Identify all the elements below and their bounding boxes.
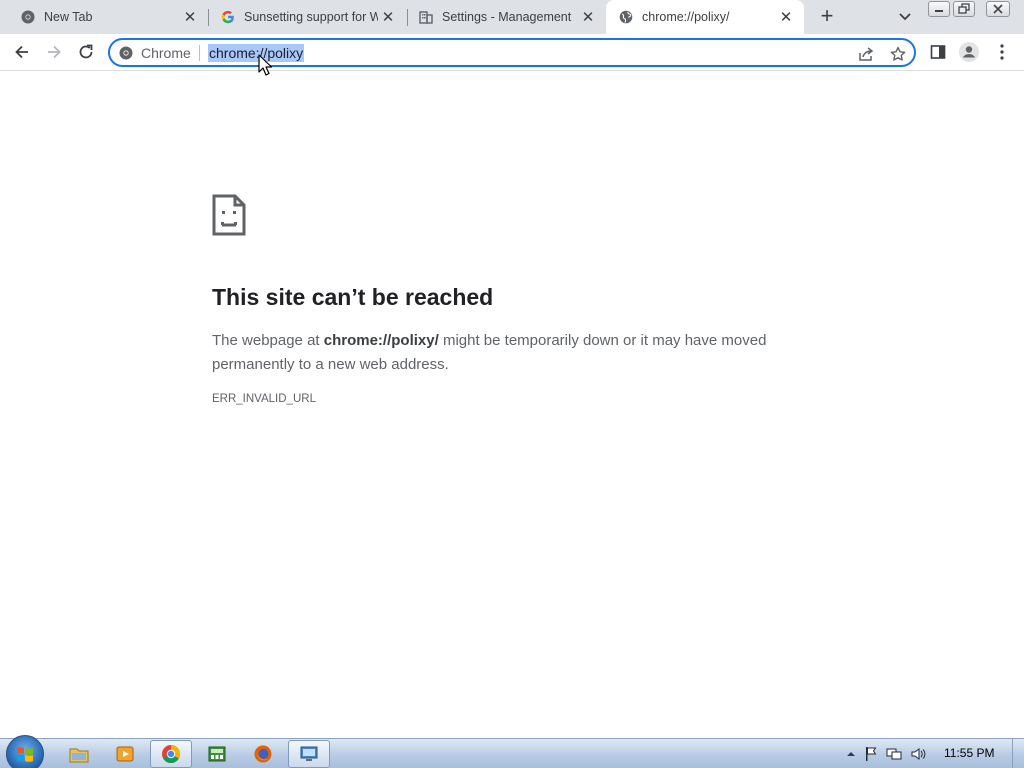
taskbar-firefox[interactable]: [242, 740, 284, 768]
error-title: This site can’t be reached: [212, 284, 494, 310]
google-icon: [220, 9, 236, 25]
taskbar-media-player[interactable]: [104, 740, 146, 768]
tab-title: chrome://polixy/: [642, 10, 730, 24]
minimize-icon: [935, 10, 943, 12]
taskbar-explorer[interactable]: [58, 740, 100, 768]
profile-button[interactable]: [955, 38, 983, 66]
taskbar-chrome[interactable]: [150, 740, 192, 768]
reload-button[interactable]: [72, 38, 100, 66]
close-icon[interactable]: ✕: [578, 7, 598, 27]
calculator-icon: [208, 746, 226, 762]
address-bar[interactable]: Chrome chrome://polixy: [108, 38, 916, 67]
back-button[interactable]: [8, 38, 36, 66]
close-icon: [993, 4, 1003, 14]
firefox-icon: [254, 745, 272, 763]
close-window-button[interactable]: [986, 1, 1010, 17]
windows-taskbar: 11:55 PM: [0, 735, 1024, 768]
error-page: This site can’t be reached The webpage a…: [0, 72, 1024, 738]
tab-chrome-polixy[interactable]: chrome://polixy/ ✕: [606, 0, 804, 34]
chevron-up-icon[interactable]: [846, 749, 856, 759]
tab-settings-management[interactable]: Settings - Management ✕: [398, 0, 606, 34]
browser-toolbar: Chrome chrome://polixy: [0, 34, 1024, 71]
close-icon[interactable]: ✕: [180, 7, 200, 27]
kebab-menu-icon: [1000, 44, 1004, 60]
chrome-icon: [162, 745, 180, 763]
tab-title: New Tab: [44, 10, 93, 24]
arrow-left-icon: [15, 45, 28, 59]
chrome-icon: [119, 46, 133, 59]
chrome-icon: [20, 9, 36, 25]
arrow-right-icon: [48, 45, 61, 59]
taskbar-clock[interactable]: 11:55 PM: [944, 746, 994, 760]
error-code: ERR_INVALID_URL: [212, 393, 316, 405]
tab-search-button[interactable]: [894, 8, 916, 26]
remote-desktop-icon: [300, 746, 318, 761]
url-input[interactable]: chrome://polixy: [208, 44, 305, 62]
star-icon: [890, 46, 906, 61]
tab-title: Settings - Management: [442, 10, 572, 24]
desc-prefix: The webpage at: [212, 332, 324, 349]
show-desktop-button[interactable]: [1012, 739, 1024, 768]
side-panel-button[interactable]: [924, 38, 952, 66]
tab-new-tab[interactable]: New Tab ✕: [0, 0, 208, 34]
volume-icon[interactable]: [910, 746, 926, 762]
chip-separator: [198, 44, 200, 61]
tab-strip: New Tab ✕ Sunsetting support for W ✕ Set…: [0, 0, 1024, 34]
restore-icon: [958, 3, 970, 14]
system-tray: [846, 745, 926, 763]
windows-logo-icon: [17, 747, 33, 762]
share-icon: [859, 47, 874, 61]
forward-button[interactable]: [40, 38, 68, 66]
close-icon[interactable]: ✕: [378, 7, 398, 27]
sad-page-icon: [212, 194, 246, 241]
new-tab-button[interactable]: +: [814, 5, 840, 29]
minimize-button[interactable]: [928, 1, 950, 17]
side-panel-icon: [930, 45, 946, 59]
bookmark-button[interactable]: [888, 44, 908, 64]
flag-icon[interactable]: [864, 746, 878, 762]
network-icon[interactable]: [886, 746, 902, 762]
avatar-icon: [959, 42, 979, 62]
taskbar-calculator[interactable]: [196, 740, 238, 768]
share-button[interactable]: [856, 44, 876, 64]
error-description: The webpage at chrome://polixy/ might be…: [212, 329, 792, 377]
menu-button[interactable]: [988, 38, 1016, 66]
tab-sunsetting-support[interactable]: Sunsetting support for W ✕: [200, 0, 408, 34]
site-info-chip[interactable]: Chrome: [119, 44, 200, 61]
building-icon: [418, 9, 434, 25]
desc-url: chrome://polixy/: [323, 332, 439, 349]
chevron-down-icon: [899, 13, 911, 21]
taskbar-remote-desktop[interactable]: [288, 740, 330, 768]
explorer-icon: [69, 748, 89, 763]
reload-icon: [79, 44, 93, 59]
tab-title: Sunsetting support for W: [244, 10, 378, 24]
start-button[interactable]: [6, 735, 44, 768]
media-player-icon: [116, 746, 134, 762]
globe-icon: [618, 9, 634, 25]
restore-button[interactable]: [953, 1, 975, 17]
mouse-cursor-icon: [258, 54, 273, 81]
chip-label: Chrome: [141, 44, 191, 61]
close-icon[interactable]: ✕: [776, 7, 796, 27]
